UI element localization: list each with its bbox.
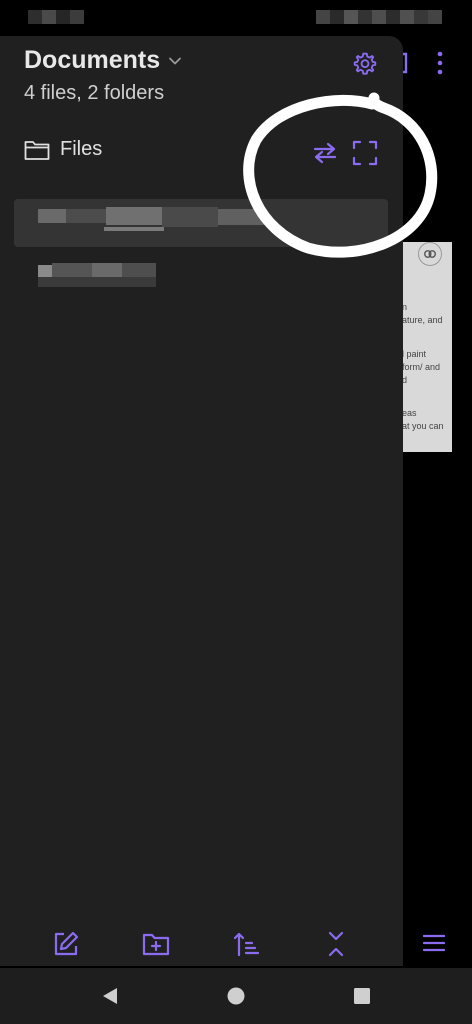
status-pixel (372, 10, 386, 24)
background-doc-line: at you can (402, 421, 444, 431)
status-bar (0, 0, 472, 34)
vault-summary: 4 files, 2 folders (24, 82, 165, 104)
file-row[interactable] (14, 249, 388, 297)
status-pixel (358, 10, 372, 24)
status-pixel (42, 10, 56, 24)
background-doc-line: ature, and (402, 315, 443, 325)
status-pixel (428, 10, 442, 24)
menu-button[interactable] (418, 928, 450, 958)
menu-icon (422, 934, 446, 952)
status-pixel (70, 10, 84, 24)
chevron-down-icon (169, 57, 182, 64)
gear-icon (353, 52, 377, 75)
recents-button[interactable] (348, 982, 376, 1010)
background-document: n ature, and l paint form/ and d eas at … (402, 242, 452, 452)
folder-icon (24, 140, 50, 160)
drawer-toolbar (0, 920, 403, 966)
recents-square-icon (354, 988, 370, 1004)
files-section-header[interactable]: Files (24, 138, 102, 161)
status-pixel (344, 10, 358, 24)
home-circle-icon (227, 987, 245, 1005)
sort-button[interactable] (230, 928, 262, 960)
status-pixel (56, 10, 70, 24)
change-sort-button[interactable] (310, 138, 340, 168)
background-doc-line: eas (402, 408, 417, 418)
vault-title: Documents (24, 46, 161, 74)
new-note-button[interactable] (50, 928, 82, 960)
expand-button[interactable] (350, 138, 380, 168)
collapse-icon (328, 931, 344, 957)
status-pixel (316, 10, 330, 24)
vault-switcher[interactable]: Documents (24, 46, 182, 75)
status-pixel (400, 10, 414, 24)
files-section-label: Files (60, 138, 103, 160)
back-triangle-icon (103, 988, 117, 1004)
status-pixel (28, 10, 42, 24)
file-explorer-drawer: Documents 4 files, 2 folders Files (0, 36, 403, 966)
screen: n ature, and l paint form/ and d eas at … (0, 0, 472, 1024)
background-doc-line: l paint (402, 349, 427, 359)
expand-frame-icon (352, 140, 378, 166)
collapse-all-button[interactable] (320, 928, 352, 960)
background-header (400, 40, 472, 90)
sort-icon (233, 932, 260, 957)
folder-plus-icon (142, 933, 170, 956)
background-header-icons (400, 51, 443, 75)
edit-note-icon (54, 931, 79, 956)
file-row[interactable] (14, 199, 388, 247)
back-button[interactable] (96, 982, 124, 1010)
link-icon (418, 242, 442, 266)
status-pixel (414, 10, 428, 24)
system-navigation-bar (0, 968, 472, 1024)
status-pixel (386, 10, 400, 24)
status-pixel (330, 10, 344, 24)
home-button[interactable] (222, 982, 250, 1010)
swap-arrows-icon (313, 142, 337, 164)
settings-button[interactable] (349, 48, 381, 80)
new-folder-button[interactable] (140, 928, 172, 960)
background-doc-line: form/ and (402, 362, 441, 372)
